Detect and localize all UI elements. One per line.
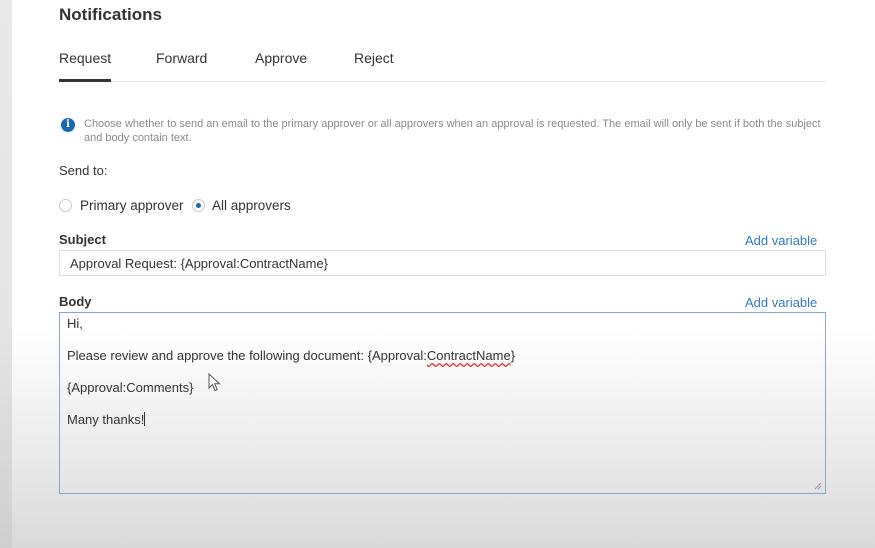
resize-grip-icon[interactable] <box>814 482 822 490</box>
body-label: Body <box>59 294 92 309</box>
body-request-prefix: Please review and approve the following … <box>67 348 427 363</box>
body-add-variable-link[interactable]: Add variable <box>745 295 817 310</box>
tab-approve[interactable]: Approve <box>255 50 307 81</box>
info-text: Choose whether to send an email to the p… <box>84 118 821 144</box>
text-caret <box>144 412 146 426</box>
body-line-greeting: Hi, <box>67 316 83 331</box>
subject-add-variable-link[interactable]: Add variable <box>745 233 817 248</box>
body-line-comments: {Approval:Comments} <box>67 380 194 395</box>
tab-request[interactable]: Request <box>59 50 112 82</box>
tab-reject[interactable]: Reject <box>354 50 394 81</box>
send-to-label: Send to: <box>59 163 108 178</box>
subject-input[interactable]: Approval Request: {Approval:ContractName… <box>59 250 826 276</box>
page-title: Notifications <box>59 5 162 24</box>
all-approvers-radio[interactable] <box>192 199 205 212</box>
body-line-request: Please review and approve the following … <box>67 348 515 363</box>
primary-approver-radio[interactable] <box>59 199 72 212</box>
spellcheck-flagged-word: ContractName <box>426 348 511 363</box>
mouse-pointer-icon <box>208 373 221 392</box>
all-approvers-label[interactable]: All approvers <box>212 198 291 213</box>
tab-forward[interactable]: Forward <box>156 50 207 81</box>
left-sidebar-strip <box>0 0 12 548</box>
body-textarea[interactable]: Hi, Please review and approve the follow… <box>59 312 826 494</box>
info-icon: i <box>61 118 75 132</box>
primary-approver-label[interactable]: Primary approver <box>80 198 184 213</box>
subject-label: Subject <box>59 232 106 247</box>
body-line-signoff: Many thanks! <box>67 412 146 427</box>
body-request-suffix: } <box>510 348 516 363</box>
body-signoff-text: Many thanks! <box>67 412 145 427</box>
notifications-panel: Notifications Request Forward Approve Re… <box>12 0 875 548</box>
tab-bar: Request Forward Approve Reject <box>59 50 826 82</box>
